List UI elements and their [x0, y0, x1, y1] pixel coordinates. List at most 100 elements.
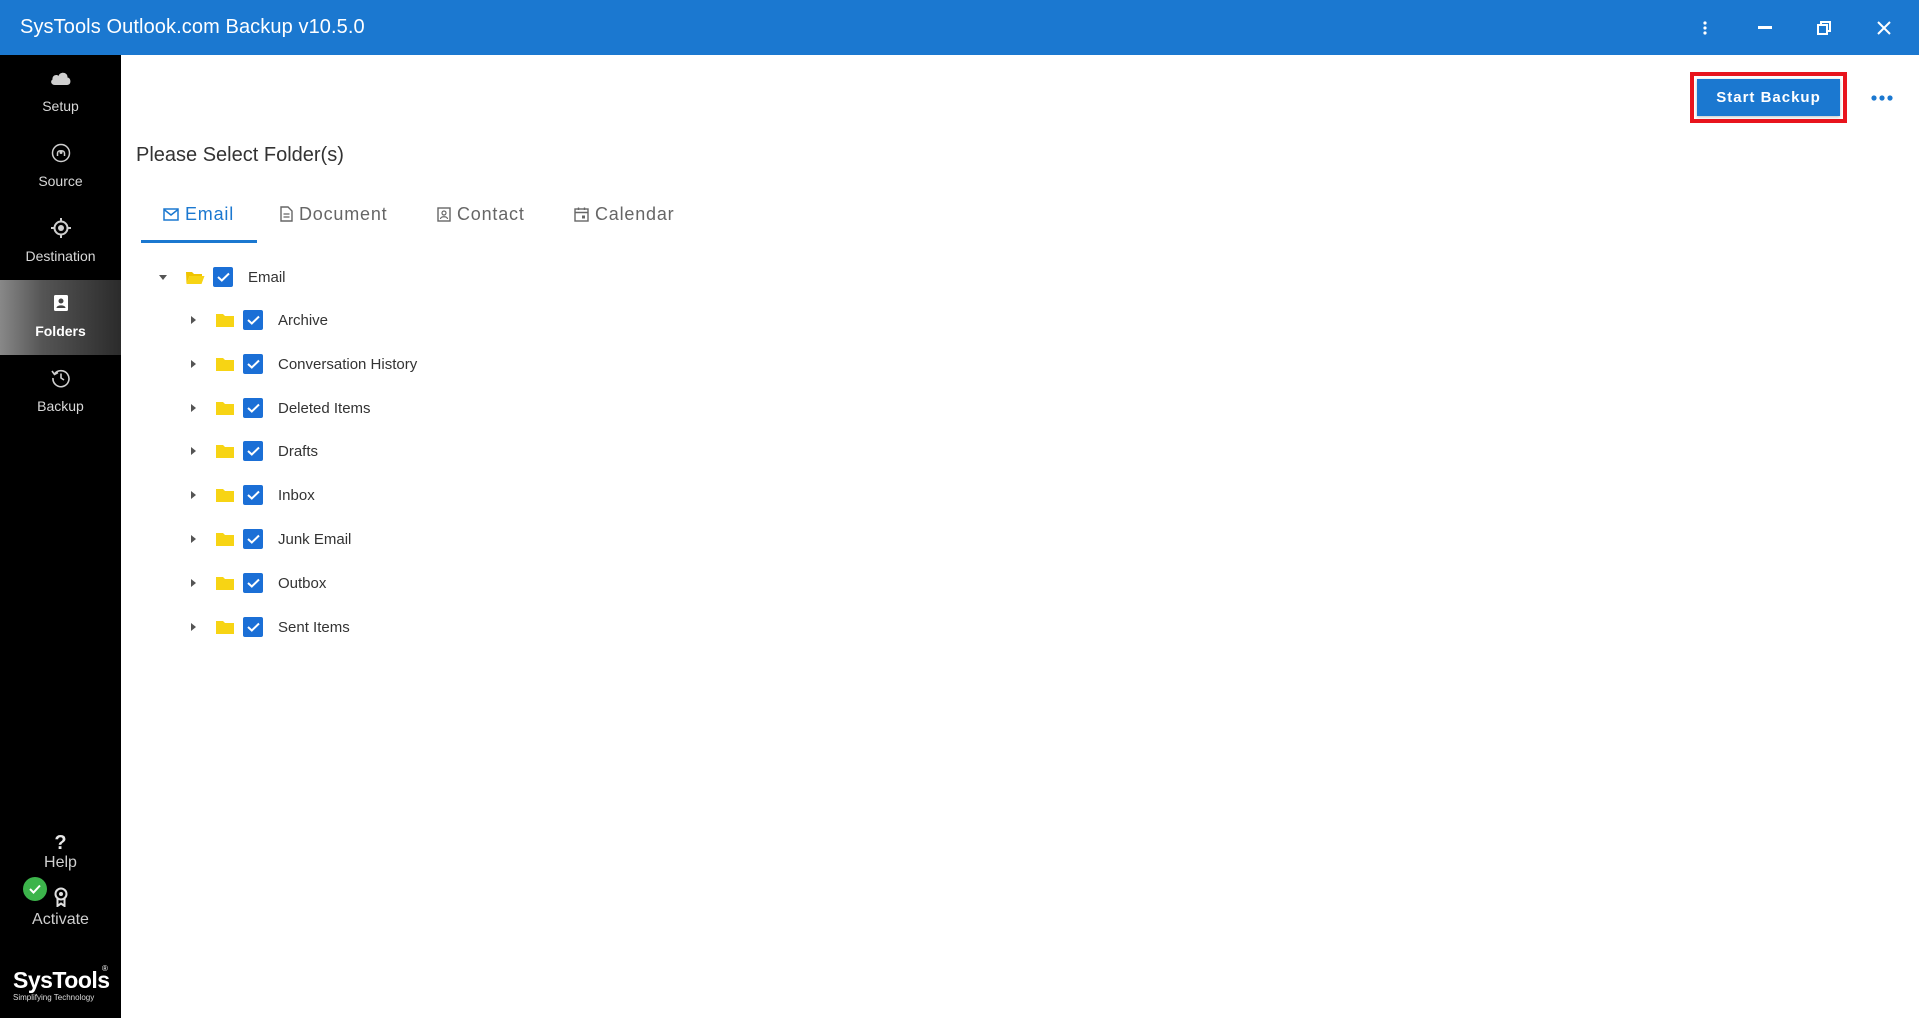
- folder-checkbox[interactable]: [243, 354, 263, 374]
- check-icon: [246, 534, 260, 544]
- folder-checkbox[interactable]: [243, 398, 263, 418]
- caret-right-icon: [190, 316, 196, 324]
- activate-button[interactable]: Activate: [0, 877, 121, 932]
- caret-down-icon: [159, 274, 167, 280]
- sidebar-item-setup[interactable]: Setup: [0, 55, 121, 130]
- destination-icon: [50, 218, 71, 238]
- folder-checkbox[interactable]: [243, 529, 263, 549]
- folder-checkbox[interactable]: [243, 441, 263, 461]
- active-tab-indicator: [141, 240, 257, 243]
- tab-contact[interactable]: Contact: [437, 188, 525, 240]
- expand-toggle[interactable]: [183, 613, 203, 641]
- check-icon: [246, 490, 260, 500]
- restore-icon: [1817, 20, 1831, 35]
- tab-label: Contact: [457, 203, 525, 224]
- tab-document[interactable]: Document: [280, 188, 387, 240]
- tree-item-conversation-history[interactable]: Conversation History: [183, 350, 417, 378]
- folder-checkbox[interactable]: [213, 267, 233, 287]
- main-panel: Start Backup Please Select Folder(s) Ema…: [121, 55, 1919, 1018]
- more-options-button[interactable]: [1869, 85, 1895, 111]
- more-horizontal-icon: [1871, 95, 1893, 101]
- folder-icon: [216, 533, 234, 546]
- vertical-dots-icon: [1703, 20, 1707, 35]
- folder-name: Archive: [278, 311, 329, 329]
- help-button[interactable]: ? Help: [0, 832, 121, 882]
- help-icon: ?: [54, 832, 67, 854]
- logo-brand: SysTools: [13, 967, 110, 993]
- page-title: Please Select Folder(s): [136, 144, 344, 166]
- expand-toggle[interactable]: [183, 437, 203, 465]
- start-backup-button[interactable]: Start Backup: [1697, 79, 1840, 116]
- check-icon: [246, 578, 260, 588]
- source-icon: [51, 143, 70, 163]
- systools-logo: SysTools ® Simplifying Technology: [13, 964, 113, 1008]
- activate-label: Activate: [32, 911, 89, 928]
- folder-icon: [216, 358, 234, 371]
- sidebar-item-label: Folders: [35, 323, 86, 339]
- folder-open-icon: [186, 271, 205, 284]
- check-icon: [216, 272, 230, 282]
- expand-toggle[interactable]: [183, 350, 203, 378]
- caret-right-icon: [190, 623, 196, 631]
- expand-toggle[interactable]: [183, 569, 203, 597]
- close-icon: [1877, 20, 1891, 35]
- tree-item-drafts[interactable]: Drafts: [183, 437, 318, 465]
- close-button[interactable]: [1861, 0, 1907, 55]
- sidebar-item-label: Backup: [37, 398, 84, 414]
- sidebar-item-backup[interactable]: Backup: [0, 355, 121, 430]
- tab-calendar[interactable]: Calendar: [574, 188, 674, 240]
- tree-root-email[interactable]: Email: [153, 263, 286, 291]
- restore-button[interactable]: [1801, 0, 1847, 55]
- minimize-icon: [1758, 25, 1772, 29]
- caret-right-icon: [190, 404, 196, 412]
- expand-toggle[interactable]: [183, 306, 203, 334]
- folder-checkbox[interactable]: [243, 573, 263, 593]
- tab-label: Email: [185, 203, 235, 224]
- calendar-icon: [574, 207, 589, 222]
- check-icon: [246, 446, 260, 456]
- window-title: SysTools Outlook.com Backup v10.5.0: [20, 16, 365, 38]
- tree-item-archive[interactable]: Archive: [183, 306, 328, 334]
- folder-icon: [216, 577, 234, 590]
- mail-icon: [163, 207, 179, 221]
- tree-item-inbox[interactable]: Inbox: [183, 481, 315, 509]
- cloud-icon: [50, 72, 70, 85]
- window-menu-button[interactable]: [1682, 0, 1728, 55]
- logo-registered-mark: ®: [102, 964, 108, 973]
- folder-icon: [216, 402, 234, 415]
- folder-checkbox[interactable]: [243, 617, 263, 637]
- folder-icon: [216, 445, 234, 458]
- sidebar-item-source[interactable]: Source: [0, 130, 121, 205]
- folder-checkbox[interactable]: [243, 310, 263, 330]
- folders-icon: [53, 295, 68, 311]
- expand-toggle[interactable]: [153, 263, 173, 291]
- sidebar-item-destination[interactable]: Destination: [0, 205, 121, 280]
- tab-email[interactable]: Email: [163, 188, 234, 240]
- sidebar: Setup Source Destination Folders Backup …: [0, 55, 121, 1018]
- folder-name: Sent Items: [278, 618, 350, 636]
- check-icon: [246, 359, 260, 369]
- sidebar-item-label: Source: [38, 173, 83, 189]
- minimize-button[interactable]: [1742, 0, 1788, 55]
- expand-toggle[interactable]: [183, 481, 203, 509]
- tree-item-sent-items[interactable]: Sent Items: [183, 613, 350, 641]
- tree-item-junk-email[interactable]: Junk Email: [183, 525, 351, 553]
- tree-item-deleted-items[interactable]: Deleted Items: [183, 394, 371, 422]
- logo-tagline: Simplifying Technology: [13, 993, 95, 1002]
- sidebar-item-label: Setup: [42, 98, 79, 114]
- contact-icon: [437, 206, 451, 222]
- tree-item-outbox[interactable]: Outbox: [183, 569, 326, 597]
- expand-toggle[interactable]: [183, 525, 203, 553]
- expand-toggle[interactable]: [183, 394, 203, 422]
- caret-right-icon: [190, 491, 196, 499]
- medal-icon: [54, 887, 67, 907]
- folder-icon: [216, 314, 234, 327]
- sidebar-item-folders[interactable]: Folders: [0, 280, 121, 355]
- help-label: Help: [44, 854, 77, 871]
- tab-label: Calendar: [595, 203, 675, 224]
- folder-icon: [216, 621, 234, 634]
- folder-name: Junk Email: [278, 530, 352, 548]
- folder-checkbox[interactable]: [243, 485, 263, 505]
- sidebar-item-label: Destination: [25, 248, 96, 264]
- caret-right-icon: [190, 360, 196, 368]
